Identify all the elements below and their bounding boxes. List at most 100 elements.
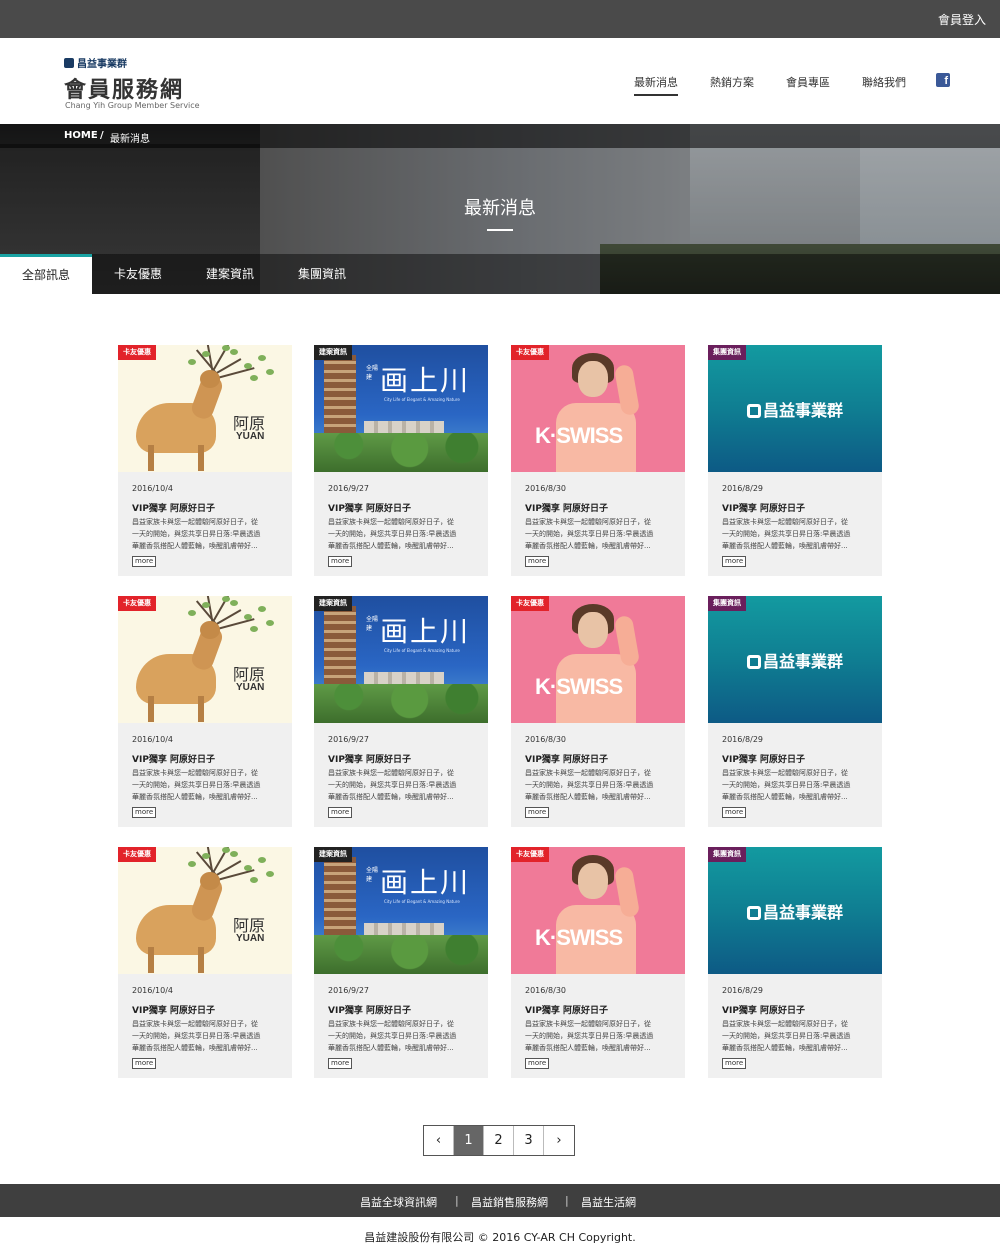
- leaf-icon: [244, 614, 252, 620]
- excerpt-line: 華麗香氛搭配人體藍輪，喚醒肌膚帶好...: [132, 542, 258, 550]
- trees: [314, 433, 488, 472]
- page-1-button[interactable]: 1: [454, 1126, 484, 1155]
- more-button[interactable]: more: [328, 807, 353, 818]
- leaf-icon: [266, 871, 274, 877]
- tab-projects[interactable]: 建案資訊: [184, 254, 276, 294]
- news-card[interactable]: 全陽建 画上川 City Life of Elegant & Amazing N…: [314, 345, 488, 576]
- card-title[interactable]: VIP獨享 阿原好日子: [525, 1003, 608, 1016]
- group-logo-image[interactable]: 昌益事業群: [708, 345, 882, 472]
- footer-link-life[interactable]: 昌益生活網: [581, 1194, 636, 1210]
- news-card[interactable]: 昌益事業群 集團資訊 2016/8/29 VIP獨享 阿原好日子 昌益家族卡與您…: [708, 596, 882, 827]
- page-2-button[interactable]: 2: [484, 1126, 514, 1155]
- footer-link-sales[interactable]: 昌益銷售服務網: [471, 1194, 548, 1210]
- excerpt-line: 昌益家族卡與您一起體驗阿原好日子，從: [328, 518, 454, 526]
- more-button[interactable]: more: [722, 1058, 747, 1069]
- card-title[interactable]: VIP獨享 阿原好日子: [132, 501, 215, 514]
- hero-banner: HOME / 最新消息 最新消息 全部訊息 卡友優惠 建案資訊 集團資訊: [0, 124, 1000, 294]
- news-card[interactable]: 阿原 YUAN 卡友優惠 2016/10/4 VIP獨享 阿原好日子 昌益家族卡…: [118, 596, 292, 827]
- group-logo-image[interactable]: 昌益事業群: [708, 847, 882, 974]
- next-page-button[interactable]: ›: [544, 1126, 574, 1155]
- leaf-icon: [250, 375, 258, 381]
- news-card[interactable]: K·SWISS 卡友優惠 2016/8/30 VIP獨享 阿原好日子 昌益家族卡…: [511, 345, 685, 576]
- news-card[interactable]: K·SWISS 卡友優惠 2016/8/30 VIP獨享 阿原好日子 昌益家族卡…: [511, 847, 685, 1078]
- deer-head: [200, 872, 220, 890]
- more-button[interactable]: more: [132, 1058, 157, 1069]
- card-date: 2016/8/30: [525, 735, 567, 744]
- card-title[interactable]: VIP獨享 阿原好日子: [132, 752, 215, 765]
- excerpt-line: 華麗香氛搭配人體藍輪，喚醒肌膚帶好...: [722, 1044, 848, 1052]
- site-title[interactable]: 會員服務網: [64, 72, 184, 104]
- deer-illustration[interactable]: 阿原 YUAN: [118, 345, 292, 472]
- more-button[interactable]: more: [722, 807, 747, 818]
- more-button[interactable]: more: [132, 556, 157, 567]
- news-card[interactable]: 全陽建 画上川 City Life of Elegant & Amazing N…: [314, 596, 488, 827]
- card-title[interactable]: VIP獨享 阿原好日子: [722, 1003, 805, 1016]
- more-button[interactable]: more: [722, 556, 747, 567]
- card-title[interactable]: VIP獨享 阿原好日子: [328, 752, 411, 765]
- group-logo[interactable]: 昌益事業群: [64, 55, 127, 70]
- more-button[interactable]: more: [525, 556, 550, 567]
- member-login-link[interactable]: 會員登入: [938, 11, 986, 28]
- facebook-icon[interactable]: f: [936, 73, 950, 87]
- breadcrumb-home[interactable]: HOME: [64, 130, 98, 141]
- nav-member-area[interactable]: 會員專區: [786, 74, 830, 90]
- excerpt-line: 一天的開始，與您共享日昇日落:早晨透過: [525, 530, 654, 538]
- river-project-image[interactable]: 全陽建 画上川 City Life of Elegant & Amazing N…: [314, 596, 488, 723]
- tab-group-news[interactable]: 集團資訊: [276, 254, 368, 294]
- card-title[interactable]: VIP獨享 阿原好日子: [132, 1003, 215, 1016]
- group-name: 昌益事業群: [762, 652, 843, 671]
- excerpt-line: 一天的開始，與您共享日昇日落:早晨透過: [132, 530, 261, 538]
- more-button[interactable]: more: [132, 807, 157, 818]
- footer-link-global[interactable]: 昌益全球資訊網: [360, 1194, 437, 1210]
- leaf-icon: [250, 626, 258, 632]
- more-button[interactable]: more: [525, 1058, 550, 1069]
- news-card[interactable]: 昌益事業群 集團資訊 2016/8/29 VIP獨享 阿原好日子 昌益家族卡與您…: [708, 847, 882, 1078]
- group-logo-image[interactable]: 昌益事業群: [708, 596, 882, 723]
- card-title[interactable]: VIP獨享 阿原好日子: [525, 752, 608, 765]
- model-figure: [556, 353, 641, 472]
- card-title[interactable]: VIP獨享 阿原好日子: [525, 501, 608, 514]
- category-badge: 集團資訊: [708, 345, 746, 360]
- card-title[interactable]: VIP獨享 阿原好日子: [328, 501, 411, 514]
- card-title[interactable]: VIP獨享 阿原好日子: [722, 501, 805, 514]
- tab-card-offers[interactable]: 卡友優惠: [92, 254, 184, 294]
- kswiss-ad-image[interactable]: K·SWISS: [511, 847, 685, 974]
- group-name: 昌益事業群: [762, 903, 843, 922]
- prev-page-button[interactable]: ‹: [424, 1126, 454, 1155]
- tab-all[interactable]: 全部訊息: [0, 254, 92, 294]
- deer-illustration[interactable]: 阿原 YUAN: [118, 847, 292, 974]
- news-card[interactable]: 昌益事業群 集團資訊 2016/8/29 VIP獨享 阿原好日子 昌益家族卡與您…: [708, 345, 882, 576]
- kswiss-ad-image[interactable]: K·SWISS: [511, 345, 685, 472]
- excerpt-line: 華麗香氛搭配人體藍輪，喚醒肌膚帶好...: [722, 793, 848, 801]
- news-card[interactable]: K·SWISS 卡友優惠 2016/8/30 VIP獨享 阿原好日子 昌益家族卡…: [511, 596, 685, 827]
- group-logo-lockup: 昌益事業群: [708, 899, 882, 923]
- excerpt-line: 一天的開始，與您共享日昇日落:早晨透過: [525, 781, 654, 789]
- group-logo-lockup: 昌益事業群: [708, 648, 882, 672]
- news-card[interactable]: 阿原 YUAN 卡友優惠 2016/10/4 VIP獨享 阿原好日子 昌益家族卡…: [118, 847, 292, 1078]
- news-card[interactable]: 阿原 YUAN 卡友優惠 2016/10/4 VIP獨享 阿原好日子 昌益家族卡…: [118, 345, 292, 576]
- excerpt-line: 昌益家族卡與您一起體驗阿原好日子，從: [525, 518, 651, 526]
- more-button[interactable]: more: [525, 807, 550, 818]
- excerpt-line: 昌益家族卡與您一起體驗阿原好日子，從: [328, 769, 454, 777]
- river-project-image[interactable]: 全陽建 画上川 City Life of Elegant & Amazing N…: [314, 345, 488, 472]
- trees: [314, 684, 488, 723]
- nav-hot-plans[interactable]: 熱銷方案: [710, 74, 754, 90]
- card-excerpt: 昌益家族卡與您一起體驗阿原好日子，從 一天的開始，與您共享日昇日落:早晨透過 華…: [132, 767, 282, 803]
- nav-contact[interactable]: 聯絡我們: [862, 74, 906, 90]
- deer-illustration[interactable]: 阿原 YUAN: [118, 596, 292, 723]
- group-mark-icon: [746, 906, 761, 920]
- leaf-icon: [266, 369, 274, 375]
- model-face: [578, 863, 608, 899]
- more-button[interactable]: more: [328, 556, 353, 567]
- more-button[interactable]: more: [328, 1058, 353, 1069]
- news-card[interactable]: 全陽建 画上川 City Life of Elegant & Amazing N…: [314, 847, 488, 1078]
- river-project-image[interactable]: 全陽建 画上川 City Life of Elegant & Amazing N…: [314, 847, 488, 974]
- excerpt-line: 昌益家族卡與您一起體驗阿原好日子，從: [722, 518, 848, 526]
- nav-latest-news[interactable]: 最新消息: [634, 74, 678, 96]
- card-title[interactable]: VIP獨享 阿原好日子: [722, 752, 805, 765]
- kswiss-ad-image[interactable]: K·SWISS: [511, 596, 685, 723]
- category-badge: 集團資訊: [708, 847, 746, 862]
- page-3-button[interactable]: 3: [514, 1126, 544, 1155]
- deer-head: [200, 370, 220, 388]
- card-title[interactable]: VIP獨享 阿原好日子: [328, 1003, 411, 1016]
